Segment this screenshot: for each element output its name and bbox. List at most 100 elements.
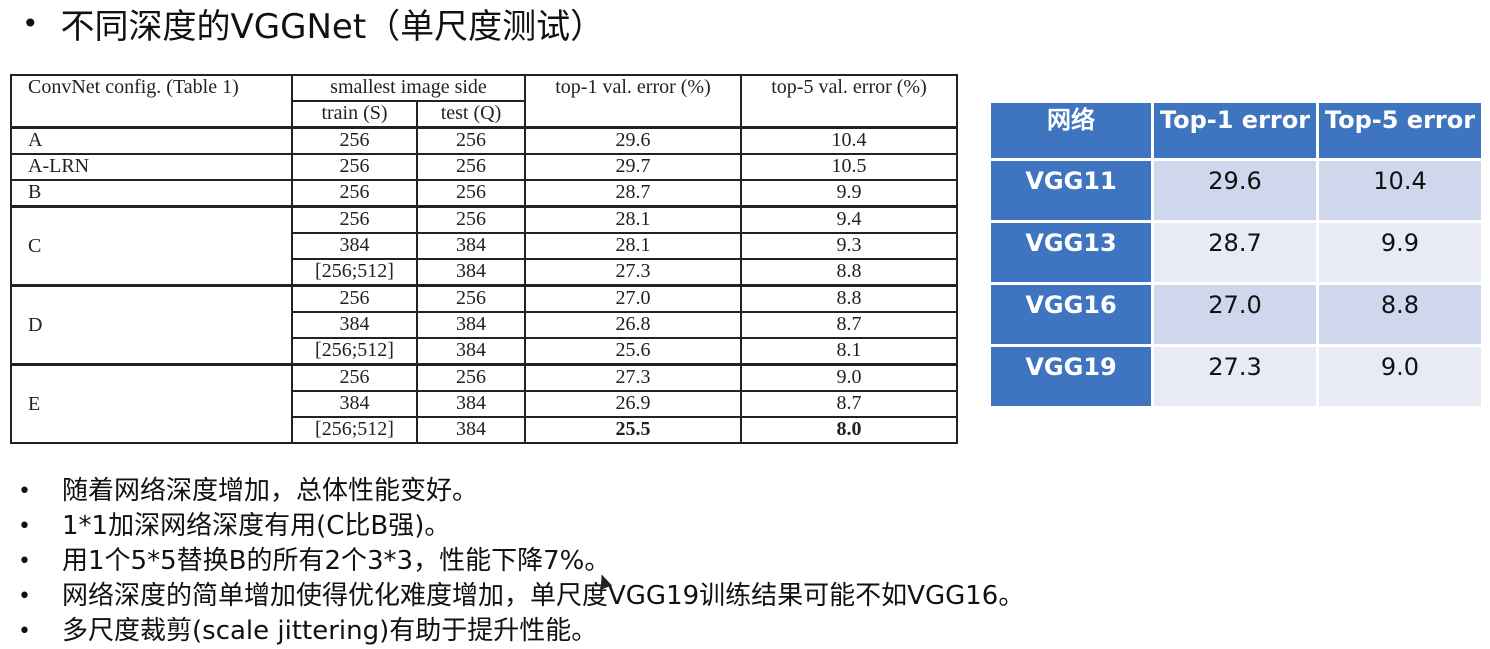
table-row: A 256 256 29.6 10.4 [10,126,958,155]
bullet: • [18,584,31,609]
top5-cell: 8.1 [740,337,958,366]
header-smallest-side: smallest image side [291,74,526,102]
summary-top1: 29.6 [1154,161,1316,220]
top1-cell: 26.8 [524,311,742,339]
top1-cell: 28.1 [524,205,742,234]
summary-header-top1: Top-1 error [1154,103,1316,158]
train-cell: [256;512] [291,337,418,366]
header-train: train (S) [291,100,418,129]
summary-top5: 8.8 [1319,285,1481,344]
summary-header-row: 网络 Top-1 error Top-5 error [991,103,1481,158]
test-cell: 256 [416,126,526,155]
summary-net: VGG19 [991,347,1151,406]
note-text: 随着网络深度增加，总体性能变好。 [62,476,479,506]
config-cell: E [10,363,293,444]
header-config: ConvNet config. (Table 1) [10,74,293,129]
top5-cell: 9.0 [740,363,958,392]
test-cell: 384 [416,390,526,418]
top1-cell: 28.7 [524,179,742,208]
summary-net: VGG13 [991,223,1151,282]
config-cell: A-LRN [10,153,293,181]
note-text: 用1个5*5替换B的所有2个3*3，性能下降7%。 [62,546,611,576]
table-row: A-LRN 256 256 29.7 10.5 [10,153,958,181]
table-row: E 256 256 27.3 9.0 [10,363,958,444]
slide-title: 不同深度的VGGNet（单尺度测试） [60,6,605,47]
top5-cell: 9.4 [740,205,958,234]
top5-cell: 8.8 [740,284,958,313]
vgg-results-table: ConvNet config. (Table 1) smallest image… [10,74,958,444]
summary-row: VGG19 27.3 9.0 [991,347,1481,406]
test-cell: 384 [416,311,526,339]
list-item: • 用1个5*5替换B的所有2个3*3，性能下降7%。 [18,544,1024,579]
test-cell: 256 [416,205,526,234]
train-cell: [256;512] [291,416,418,444]
table-row: D 256 256 27.0 8.8 [10,284,958,366]
summary-header-network: 网络 [991,103,1151,158]
summary-net: VGG16 [991,285,1151,344]
header-top1: top-1 val. error (%) [524,74,742,129]
train-cell: 256 [291,284,418,313]
list-item: • 随着网络深度增加，总体性能变好。 [18,474,1024,509]
top1-cell: 27.0 [524,284,742,313]
test-cell: 256 [416,284,526,313]
test-cell: 384 [416,232,526,260]
summary-top5: 9.9 [1319,223,1481,282]
slide-title-block: • 不同深度的VGGNet（单尺度测试） [22,0,605,47]
summary-net: VGG11 [991,161,1151,220]
train-cell: 384 [291,390,418,418]
top1-cell: 29.6 [524,126,742,155]
bullet: • [18,514,31,539]
config-cell: C [10,205,293,287]
notes-list: • 随着网络深度增加，总体性能变好。 • 1*1加深网络深度有用(C比B强)。 • 用… [18,474,1024,649]
note-text: 1*1加深网络深度有用(C比B强)。 [62,511,451,541]
summary-top1: 28.7 [1154,223,1316,282]
top5-cell: 8.7 [740,390,958,418]
test-cell: 256 [416,363,526,392]
config-cell: D [10,284,293,366]
summary-top1: 27.3 [1154,347,1316,406]
config-cell: B [10,179,293,208]
title-bullet: • [22,6,39,40]
summary-header-top5: Top-5 error [1319,103,1481,158]
train-cell: 256 [291,126,418,155]
train-cell: 256 [291,205,418,234]
test-cell: 256 [416,153,526,181]
header-top5: top-5 val. error (%) [740,74,958,129]
config-cell: A [10,126,293,155]
test-cell: 384 [416,416,526,444]
top5-cell: 8.8 [740,258,958,287]
summary-row: VGG13 28.7 9.9 [991,223,1481,282]
table-row: C 256 256 28.1 9.4 [10,205,958,287]
top5-cell: 10.4 [740,126,958,155]
train-cell: 256 [291,153,418,181]
top1-cell-best: 25.5 [524,416,742,444]
header-test: test (Q) [416,100,526,129]
top1-cell: 25.6 [524,337,742,366]
summary-row: VGG16 27.0 8.8 [991,285,1481,344]
top5-cell: 9.3 [740,232,958,260]
summary-row: VGG11 29.6 10.4 [991,161,1481,220]
train-cell: 384 [291,232,418,260]
summary-top5: 10.4 [1319,161,1481,220]
top1-cell: 26.9 [524,390,742,418]
train-cell: 384 [291,311,418,339]
top1-cell: 27.3 [524,258,742,287]
table-header-row: ConvNet config. (Table 1) smallest image… [10,74,958,129]
train-cell: 256 [291,179,418,208]
bullet: • [18,549,31,574]
note-text: 网络深度的简单增加使得优化难度增加，单尺度VGG19训练结果可能不如VGG16。 [62,581,1025,611]
test-cell: 384 [416,258,526,287]
test-cell: 256 [416,179,526,208]
train-cell: 256 [291,363,418,392]
list-item: • 1*1加深网络深度有用(C比B强)。 [18,509,1024,544]
top5-cell: 9.9 [740,179,958,208]
top5-cell: 10.5 [740,153,958,181]
summary-top5: 9.0 [1319,347,1481,406]
table-row: B 256 256 28.7 9.9 [10,179,958,208]
summary-top1: 27.0 [1154,285,1316,344]
top1-cell: 27.3 [524,363,742,392]
top1-cell: 29.7 [524,153,742,181]
vgg-summary-table: 网络 Top-1 error Top-5 error VGG11 29.6 10… [988,100,1484,409]
list-item: • 网络深度的简单增加使得优化难度增加，单尺度VGG19训练结果可能不如VGG16… [18,579,1024,614]
top5-cell: 8.7 [740,311,958,339]
